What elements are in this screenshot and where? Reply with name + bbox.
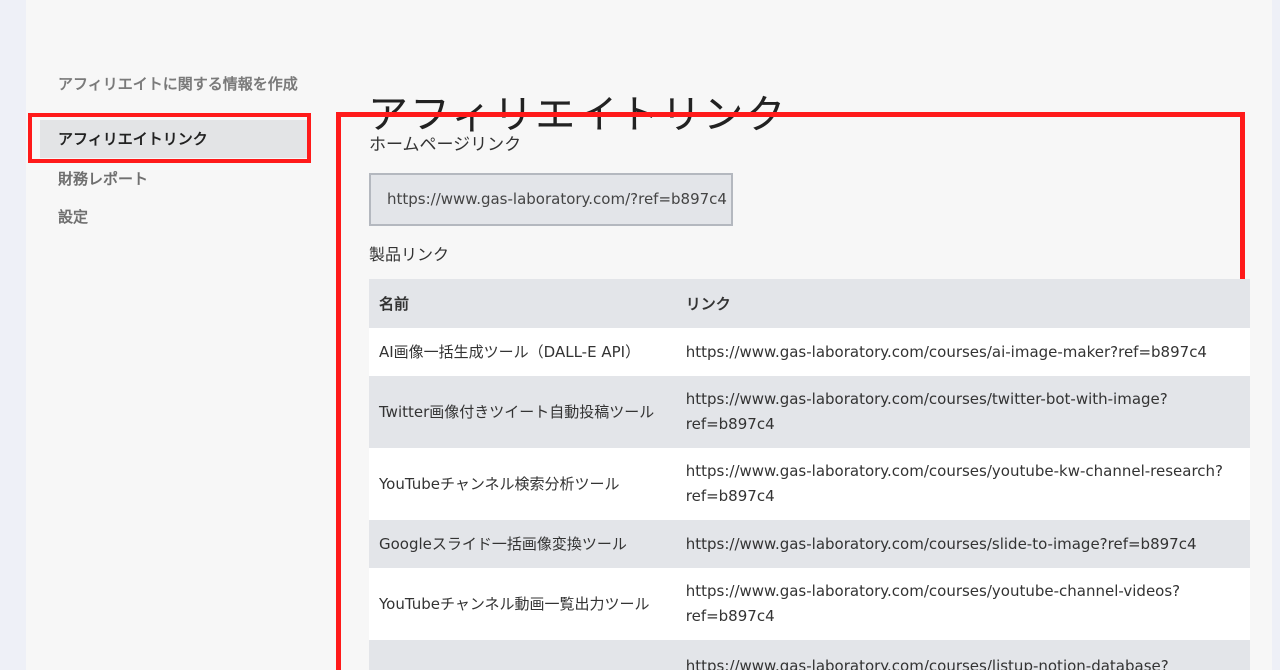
table-row: Googleスライド一括画像変換ツール https://www.gas-labo… xyxy=(369,520,1250,568)
product-links-table: 名前 リンク AI画像一括生成ツール（DALL-E API） https://w… xyxy=(369,279,1250,670)
product-link-cell[interactable]: https://www.gas-laboratory.com/courses/a… xyxy=(675,328,1250,376)
sidebar-item-financial-report[interactable]: 財務レポート xyxy=(40,160,310,198)
product-name-cell: AI画像一括生成ツール（DALL-E API） xyxy=(369,328,676,376)
active-item-highlight-frame xyxy=(28,113,311,163)
homepage-link-field[interactable]: https://www.gas-laboratory.com/?ref=b897… xyxy=(369,173,733,226)
product-link-cell[interactable]: https://www.gas-laboratory.com/courses/y… xyxy=(675,568,1250,640)
product-name-cell xyxy=(369,640,676,670)
product-links-label: 製品リンク xyxy=(369,245,450,264)
table-row: https://www.gas-laboratory.com/courses/l… xyxy=(369,640,1250,670)
product-link-cell[interactable]: https://www.gas-laboratory.com/courses/l… xyxy=(675,640,1250,670)
column-header-link: リンク xyxy=(675,279,1250,328)
affiliate-page: アフィリエイトに関する情報を作成 アフィリエイトリンク 財務レポート 設定 アフ… xyxy=(26,0,1272,670)
table-row: Twitter画像付きツイート自動投稿ツール https://www.gas-l… xyxy=(369,376,1250,448)
sidebar-item-settings[interactable]: 設定 xyxy=(40,198,310,236)
product-link-cell[interactable]: https://www.gas-laboratory.com/courses/y… xyxy=(675,448,1250,520)
table-row: YouTubeチャンネル動画一覧出力ツール https://www.gas-la… xyxy=(369,568,1250,640)
product-name-cell: Googleスライド一括画像変換ツール xyxy=(369,520,676,568)
column-header-name: 名前 xyxy=(369,279,676,328)
homepage-link-label: ホームページリンク xyxy=(369,135,522,155)
sidebar-group-label: アフィリエイトに関する情報を作成 xyxy=(58,75,298,93)
product-name-cell: YouTubeチャンネル検索分析ツール xyxy=(369,448,676,520)
sidebar: アフィリエイトに関する情報を作成 アフィリエイトリンク 財務レポート 設定 xyxy=(26,0,316,670)
table-row: AI画像一括生成ツール（DALL-E API） https://www.gas-… xyxy=(369,328,1250,376)
product-name-cell: Twitter画像付きツイート自動投稿ツール xyxy=(369,376,676,448)
table-row: YouTubeチャンネル検索分析ツール https://www.gas-labo… xyxy=(369,448,1250,520)
table-header-row: 名前 リンク xyxy=(369,279,1250,328)
product-link-cell[interactable]: https://www.gas-laboratory.com/courses/s… xyxy=(675,520,1250,568)
product-name-cell: YouTubeチャンネル動画一覧出力ツール xyxy=(369,568,676,640)
product-link-cell[interactable]: https://www.gas-laboratory.com/courses/t… xyxy=(675,376,1250,448)
